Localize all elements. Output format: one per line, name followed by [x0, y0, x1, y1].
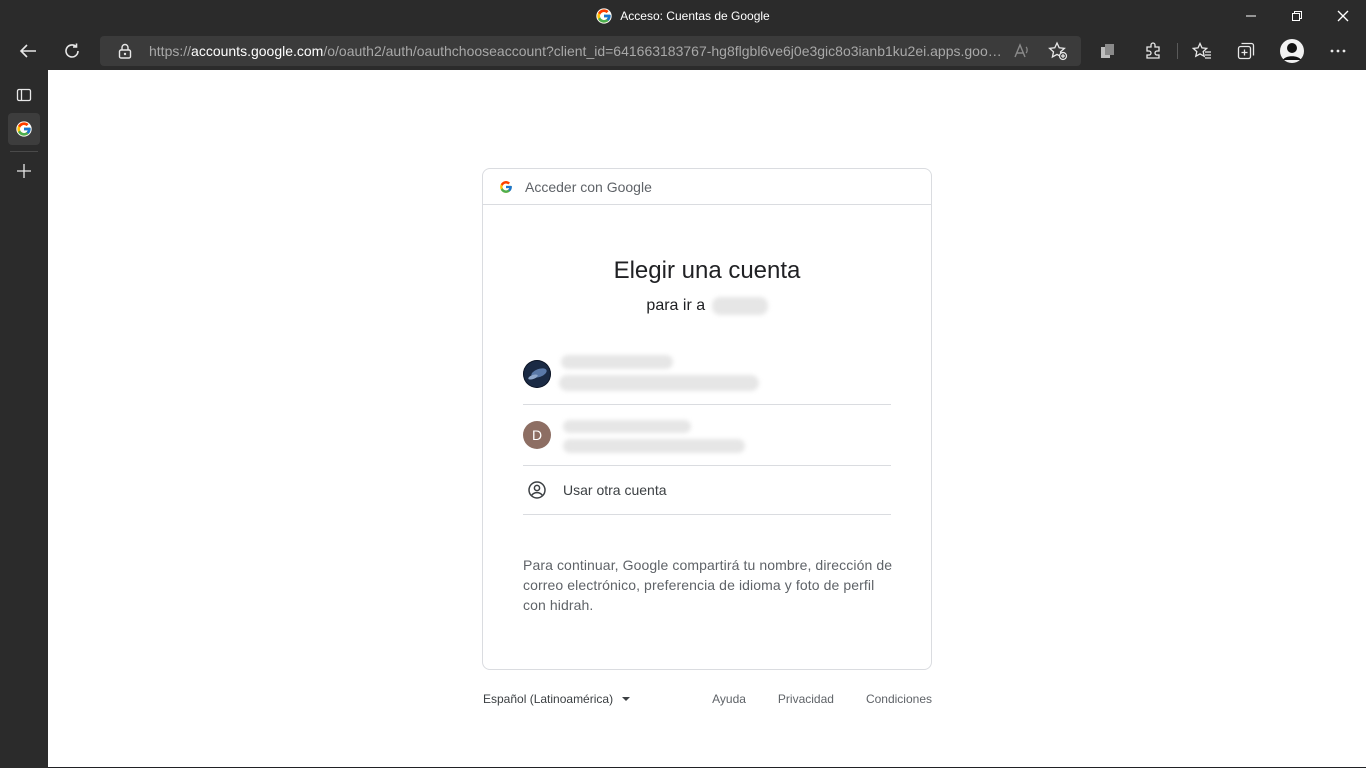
page-footer: Español (Latinoamérica) Ayuda Privacidad…: [482, 692, 932, 712]
language-select-value: Español (Latinoamérica): [483, 692, 614, 706]
redacted-account-name: [563, 420, 691, 433]
use-another-account-label: Usar otra cuenta: [563, 481, 667, 498]
lock-icon[interactable]: [118, 43, 132, 64]
read-aloud-icon[interactable]: [1013, 42, 1031, 65]
language-select[interactable]: Español (Latinoamérica): [483, 692, 631, 706]
more-dots-icon: [1330, 49, 1346, 53]
url-scheme: https://: [149, 43, 192, 59]
redacted-account-name: [561, 355, 673, 369]
minimize-icon: [1246, 15, 1256, 17]
favorites-button[interactable]: [1186, 36, 1218, 66]
card-header-text: Acceder con Google: [525, 178, 652, 195]
redacted-account-email: [563, 439, 745, 453]
collections-button[interactable]: [1230, 36, 1262, 66]
redacted-account-email: [559, 375, 759, 391]
google-g-icon: [596, 8, 612, 24]
avatar-letter: D: [531, 427, 543, 443]
window-title-text: Acceso: Cuentas de Google: [620, 9, 770, 23]
extensions-button[interactable]: [1137, 36, 1169, 66]
avatar: D: [523, 421, 551, 449]
tab-google-accounts[interactable]: [8, 113, 40, 145]
collections-copy-button[interactable]: [1092, 36, 1124, 66]
account-circle-icon: [528, 480, 546, 499]
reload-button[interactable]: [56, 36, 88, 66]
copy-pages-icon: [1101, 44, 1114, 58]
account-chooser-card: Acceder con Google Elegir una cuenta par…: [482, 168, 932, 670]
browser-toolbar: https://accounts.google.com/o/oauth2/aut…: [0, 32, 1366, 70]
account-item[interactable]: [523, 345, 891, 405]
use-another-account-button[interactable]: Usar otra cuenta: [523, 465, 891, 515]
add-favorite-icon[interactable]: [1048, 41, 1068, 66]
back-button[interactable]: [12, 36, 44, 66]
puzzle-icon: [1146, 42, 1160, 59]
settings-more-button[interactable]: [1322, 36, 1354, 66]
terms-link[interactable]: Condiciones: [866, 692, 932, 706]
google-g-icon: [500, 180, 512, 193]
help-link[interactable]: Ayuda: [712, 692, 746, 706]
avatar: [1280, 39, 1304, 63]
privacy-notice: Para continuar, Google compartirá tu nom…: [523, 557, 893, 613]
window-title: Acceso: Cuentas de Google: [0, 0, 1366, 32]
back-arrow-icon: [19, 44, 36, 58]
toolbar-divider: [1177, 43, 1178, 59]
avatar: [523, 360, 551, 388]
subtitle-prefix: para ir a: [646, 297, 706, 315]
tab-actions-icon: [16, 88, 32, 102]
plus-icon: [17, 164, 31, 178]
profile-button[interactable]: [1276, 36, 1308, 66]
close-icon: [1337, 10, 1349, 22]
tab-actions-button[interactable]: [8, 79, 40, 111]
new-tab-button[interactable]: [8, 155, 40, 187]
restore-button[interactable]: [1274, 0, 1320, 32]
card-header: Acceder con Google: [483, 169, 931, 205]
window-titlebar: Acceso: Cuentas de Google: [0, 0, 1366, 32]
address-bar[interactable]: https://accounts.google.com/o/oauth2/aut…: [100, 36, 1081, 66]
caret-down-icon: [622, 697, 631, 701]
url-host: accounts.google.com: [191, 43, 324, 59]
page-content: Acceder con Google Elegir una cuenta par…: [48, 70, 1366, 767]
close-window-button[interactable]: [1320, 0, 1366, 32]
page-title: Elegir una cuenta: [613, 257, 801, 284]
sidebar-divider: [10, 151, 38, 152]
redacted-app-name: [711, 297, 768, 315]
restore-icon: [1292, 11, 1302, 21]
vertical-tabs-sidebar: [0, 70, 48, 768]
favorites-star-icon: [1192, 42, 1211, 59]
minimize-button[interactable]: [1228, 0, 1274, 32]
collections-icon: [1237, 42, 1255, 60]
url-path: /o/oauth2/auth/oauthchooseaccount?client…: [323, 43, 1002, 59]
reload-icon: [65, 43, 79, 58]
privacy-link[interactable]: Privacidad: [778, 692, 834, 706]
url-text: https://accounts.google.com/o/oauth2/aut…: [149, 36, 1009, 66]
page-subtitle: para ir a: [483, 297, 931, 315]
google-g-icon: [16, 121, 32, 137]
account-item[interactable]: D: [523, 405, 891, 466]
